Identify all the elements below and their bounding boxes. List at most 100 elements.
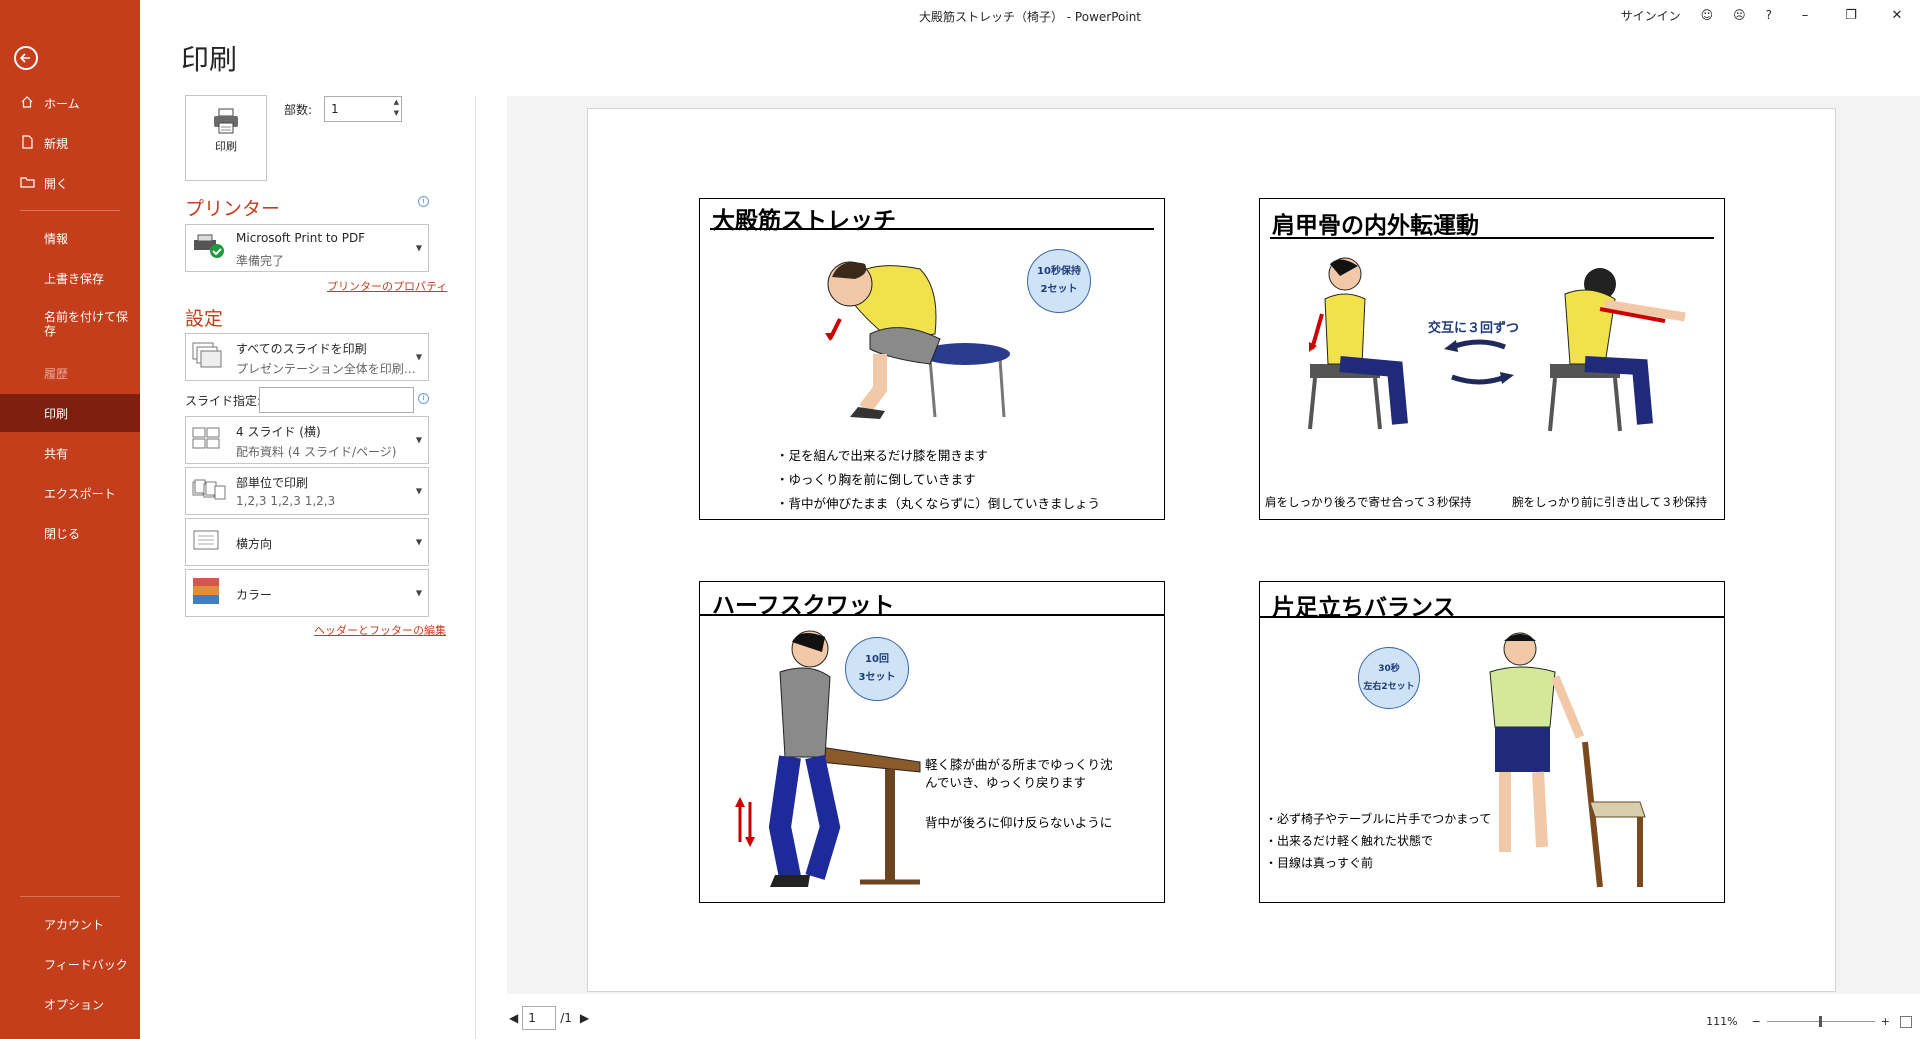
- fit-to-window-icon[interactable]: [1900, 1015, 1912, 1028]
- layout-dropdown[interactable]: 4 スライド (横) 配布資料 (4 スライド/ページ) ▼: [185, 416, 429, 464]
- copies-value: 1: [331, 102, 339, 116]
- page-total: /1: [560, 1011, 572, 1025]
- page-number-input[interactable]: 1: [522, 1006, 557, 1030]
- page-title: 印刷: [181, 43, 238, 76]
- sidebar-item-label: 履歴: [44, 366, 69, 381]
- sidebar-item-label: 上書き保存: [44, 271, 105, 286]
- alternate-instruction: 交互に３回ずつ: [1428, 321, 1520, 336]
- title-underline: [1260, 616, 1724, 618]
- sidebar-item-label: 情報: [44, 231, 69, 246]
- slide-thumbnail-2: 肩甲骨の内外転運動 交互に３回ずつ 肩をしっかり後ろで寄せ合って３秒保持 腕をし…: [1259, 198, 1725, 520]
- help-button[interactable]: ?: [1766, 8, 1772, 22]
- sidebar-item-feedback[interactable]: フィードバック: [0, 945, 140, 983]
- chevron-down-icon: ▼: [415, 486, 422, 496]
- previous-page-icon[interactable]: ◀: [509, 1011, 518, 1025]
- zoom-level[interactable]: 111%: [1706, 1015, 1737, 1028]
- badge-line: 10秒保持: [1037, 266, 1081, 277]
- zoom-slider[interactable]: [1766, 1016, 1875, 1027]
- open-folder-icon: [20, 175, 40, 192]
- copies-stepper[interactable]: 1 ▲ ▼: [324, 96, 402, 122]
- sidebar-item-options[interactable]: オプション: [0, 985, 140, 1023]
- setting-sub: プレゼンテーション全体を印刷…: [236, 362, 416, 376]
- minimize-icon[interactable]: –: [1782, 8, 1828, 23]
- collate-dropdown[interactable]: 部単位で印刷 1,2,3 1,2,3 1,2,3 ▼: [185, 467, 429, 515]
- printer-heading: プリンター: [185, 198, 281, 220]
- chevron-down-icon: ▼: [415, 537, 422, 547]
- title-underline: [700, 614, 1164, 616]
- next-page-icon[interactable]: ▶: [580, 1011, 589, 1025]
- alternate-arrows-icon: [1444, 339, 1514, 385]
- slide-thumbnail-4: 片足立ちバランス 30秒 左右2セット ・必ず椅子やテーブルに片手でつかまって …: [1259, 581, 1725, 903]
- slide-thumbnail-1: 大殿筋ストレッチ 10秒保持 2セット ・足を組んで出来るだけ膝を開きます ・ゆ…: [699, 198, 1165, 520]
- sidebar-item-new[interactable]: 新規: [0, 124, 140, 162]
- sidebar-item-home[interactable]: ホーム: [0, 84, 140, 122]
- color-swatch-icon: [192, 577, 220, 609]
- color-dropdown[interactable]: カラー ▼: [185, 569, 429, 617]
- sidebar-item-save[interactable]: 上書き保存: [0, 259, 140, 297]
- header-footer-link[interactable]: ヘッダーとフッターの編集: [314, 622, 446, 638]
- sidebar-item-label: 共有: [44, 446, 69, 461]
- print-button[interactable]: 印刷: [185, 95, 267, 181]
- sidebar-item-save-as[interactable]: 名前を付けて保存: [0, 306, 140, 342]
- sidebar-item-label: 名前を付けて保存: [44, 310, 129, 338]
- setting-main: 横方向: [236, 537, 273, 551]
- new-file-icon: [20, 134, 40, 152]
- slides-label: スライド指定:: [185, 394, 262, 408]
- close-icon[interactable]: ✕: [1874, 8, 1920, 23]
- reps-badge: 30秒 左右2セット: [1358, 647, 1420, 709]
- zoom-in-icon[interactable]: +: [1881, 1015, 1890, 1028]
- all-slides-icon: [192, 342, 222, 372]
- print-range-dropdown[interactable]: すべてのスライドを印刷 プレゼンテーション全体を印刷… ▼: [185, 333, 429, 381]
- sidebar-item-share[interactable]: 共有: [0, 434, 140, 472]
- zoom-control: 111% − +: [1706, 1015, 1912, 1028]
- sidebar-item-close[interactable]: 閉じる: [0, 514, 140, 552]
- slide-thumbnail-3: ハーフスクワット 10回 3セット 軽く膝が曲がる所までゆっくり沈 んでいき、ゆ…: [699, 581, 1165, 903]
- info-icon[interactable]: i: [418, 196, 429, 207]
- bullet-text: ・ゆっくり胸を前に倒していきます: [776, 472, 976, 487]
- sidebar-item-label: エクスポート: [44, 486, 116, 501]
- sidebar-item-export[interactable]: エクスポート: [0, 474, 140, 512]
- sidebar-item-label: フィードバック: [44, 957, 128, 972]
- back-arrow-icon[interactable]: [14, 46, 38, 70]
- reps-badge: 10回 3セット: [845, 637, 909, 701]
- signin-button[interactable]: サインイン: [1621, 7, 1681, 24]
- slide-title: 肩甲骨の内外転運動: [1272, 213, 1479, 239]
- sidebar-item-label: 新規: [44, 136, 69, 151]
- sidebar-divider: [20, 210, 120, 211]
- bullet-text: ・足を組んで出来るだけ膝を開きます: [776, 448, 988, 463]
- sidebar-item-account[interactable]: アカウント: [0, 905, 140, 943]
- badge-line: 3セット: [858, 672, 896, 683]
- zoom-slider-thumb[interactable]: [1818, 1016, 1822, 1027]
- sidebar-item-info[interactable]: 情報: [0, 219, 140, 257]
- settings-heading: 設定: [185, 308, 224, 330]
- print-button-label: 印刷: [215, 140, 237, 153]
- bullet-text: ・目線は真っすぐ前: [1265, 856, 1374, 870]
- slides-input[interactable]: [259, 387, 414, 413]
- printer-ready-icon: [192, 232, 226, 264]
- spin-arrows-icon[interactable]: ▲ ▼: [394, 97, 399, 119]
- preview-page: 大殿筋ストレッチ 10秒保持 2セット ・足を組んで出来るだけ膝を開きます ・ゆ…: [587, 108, 1836, 992]
- frown-feedback-icon[interactable]: ☹: [1733, 8, 1746, 22]
- setting-sub: 1,2,3 1,2,3 1,2,3: [236, 494, 336, 508]
- sidebar-item-print[interactable]: 印刷: [0, 394, 140, 432]
- sidebar-item-label: オプション: [44, 997, 105, 1012]
- info-icon[interactable]: i: [418, 393, 429, 404]
- printer-dropdown[interactable]: Microsoft Print to PDF 準備完了 ▼: [185, 224, 429, 272]
- restore-icon[interactable]: ❐: [1828, 8, 1874, 23]
- orientation-dropdown[interactable]: 横方向 ▼: [185, 518, 429, 566]
- sidebar-item-label: アカウント: [44, 917, 105, 932]
- printer-status: 準備完了: [236, 254, 285, 268]
- setting-main: カラー: [236, 588, 273, 602]
- caption-left: 肩をしっかり後ろで寄せ合って３秒保持: [1265, 495, 1472, 509]
- zoom-out-icon[interactable]: −: [1752, 1015, 1761, 1028]
- printer-properties-link[interactable]: プリンターのプロパティ: [327, 278, 447, 294]
- sidebar-item-open[interactable]: 開く: [0, 164, 140, 202]
- bullet-text: ・出来るだけ軽く触れた状態で: [1265, 834, 1434, 848]
- badge-line: 左右2セット: [1363, 682, 1415, 692]
- chevron-down-icon: ▼: [415, 243, 422, 253]
- title-bar: 大殿筋ストレッチ（椅子） - PowerPoint サインイン ☺ ☹ ? – …: [140, 0, 1920, 30]
- caption-right: 腕をしっかり前に引き出して３秒保持: [1512, 495, 1708, 509]
- sidebar-item-label: 印刷: [44, 406, 69, 421]
- collated-icon: [192, 478, 226, 504]
- smile-feedback-icon[interactable]: ☺: [1701, 8, 1714, 22]
